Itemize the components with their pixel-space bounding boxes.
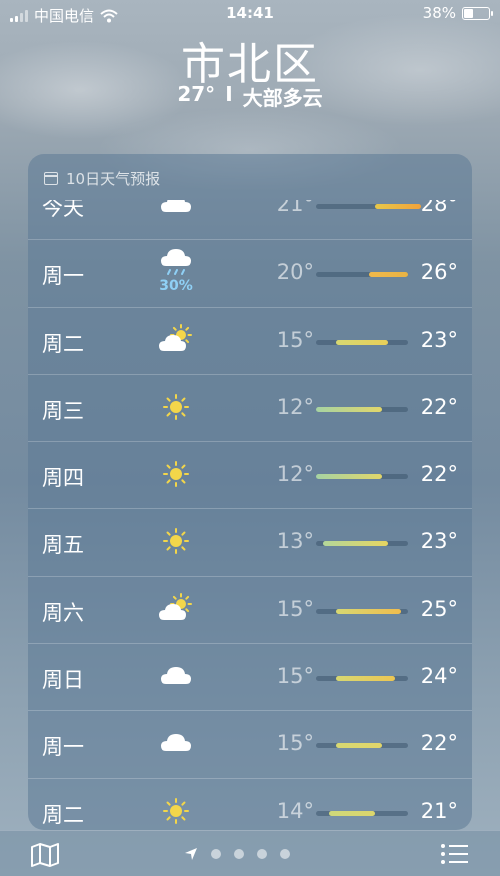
forecast-row[interactable]: 周五 13° 23° bbox=[28, 508, 472, 575]
temperature-range-fill bbox=[335, 676, 395, 682]
page-indicator[interactable] bbox=[184, 847, 290, 861]
high-temperature: 22° bbox=[420, 731, 458, 756]
current-temperature: 27° bbox=[177, 82, 216, 106]
low-temperature: 15° bbox=[276, 596, 314, 621]
low-temperature: 15° bbox=[276, 664, 314, 689]
calendar-icon bbox=[44, 172, 58, 185]
low-temperature: 20° bbox=[276, 260, 314, 285]
card-header: 10日天气预报 bbox=[44, 168, 160, 189]
high-temperature: 22° bbox=[420, 394, 458, 419]
forecast-row[interactable]: 周二 15° 23° bbox=[28, 306, 472, 374]
forecast-row[interactable]: 周二 14° 21° bbox=[28, 777, 472, 830]
sun-icon bbox=[158, 389, 194, 425]
status-bar: 中国电信 14:41 38% bbox=[0, 0, 500, 28]
low-temperature: 12° bbox=[276, 394, 314, 419]
forecast-row[interactable]: 今天 21° 28° bbox=[28, 200, 472, 239]
card-title: 10日天气预报 bbox=[66, 170, 161, 188]
temperature-range-bar bbox=[316, 541, 408, 547]
forecast-day: 周一 bbox=[42, 735, 84, 760]
forecast-day: 周六 bbox=[42, 600, 84, 625]
map-icon[interactable] bbox=[30, 843, 60, 867]
forecast-day: 周五 bbox=[42, 533, 84, 558]
forecast-day: 周四 bbox=[42, 466, 84, 491]
forecast-row[interactable]: 周四 12° 22° bbox=[28, 441, 472, 508]
battery-percent: 38% bbox=[422, 4, 456, 22]
high-temperature: 23° bbox=[420, 327, 458, 352]
page-dot[interactable] bbox=[257, 849, 267, 859]
low-temperature: 14° bbox=[276, 798, 314, 823]
current-summary: 27° I 大部多云 bbox=[0, 82, 500, 111]
low-temperature: 12° bbox=[276, 462, 314, 487]
bottom-toolbar bbox=[0, 830, 500, 876]
sun-icon bbox=[158, 523, 194, 559]
sun-icon bbox=[158, 456, 194, 492]
forecast-row[interactable]: 周一 15° 22° bbox=[28, 710, 472, 777]
location-arrow-icon bbox=[185, 848, 197, 860]
temperature-range-fill bbox=[316, 474, 382, 480]
forecast-day: 周日 bbox=[42, 668, 84, 693]
temperature-range-fill bbox=[335, 743, 382, 749]
low-temperature: 13° bbox=[276, 529, 314, 554]
cloud-icon bbox=[158, 200, 194, 222]
low-temperature: 15° bbox=[276, 327, 314, 352]
forecast-list-inner: 今天 21° 28° 周一 30% 20° 26° 周二 15° 23° 周三 12° 22° 周四 12°… bbox=[28, 200, 472, 830]
page-dot[interactable] bbox=[234, 849, 244, 859]
temperature-range-bar bbox=[316, 810, 408, 816]
temperature-range-bar bbox=[316, 339, 408, 345]
forecast-row[interactable]: 周一 30% 20° 26° bbox=[28, 239, 472, 306]
status-bar-right: 38% bbox=[422, 4, 493, 22]
temperature-range-bar bbox=[316, 272, 408, 278]
temperature-range-fill bbox=[335, 339, 389, 345]
precipitation-chance: 30% bbox=[159, 278, 193, 295]
cloud-icon bbox=[158, 725, 194, 761]
battery-level bbox=[464, 8, 474, 18]
temperature-range-bar bbox=[316, 676, 408, 682]
temperature-range-fill bbox=[368, 272, 408, 278]
page-dots bbox=[211, 849, 290, 859]
page-dot[interactable] bbox=[280, 849, 290, 859]
temperature-range-bar bbox=[316, 608, 408, 614]
cloud-rain-icon bbox=[158, 246, 194, 282]
temperature-range-bar bbox=[316, 743, 408, 749]
temperature-range-bar bbox=[316, 474, 408, 480]
cloud-icon bbox=[158, 658, 194, 694]
page-dot[interactable] bbox=[211, 849, 221, 859]
high-temperature: 25° bbox=[420, 596, 458, 621]
temperature-range-fill bbox=[316, 406, 382, 412]
high-temperature: 22° bbox=[420, 462, 458, 487]
temperature-range-bar bbox=[316, 406, 408, 412]
temperature-range-fill bbox=[335, 608, 402, 614]
high-temperature: 23° bbox=[420, 529, 458, 554]
temperature-range-fill bbox=[329, 810, 376, 816]
low-temperature: 15° bbox=[276, 731, 314, 756]
forecast-day: 周二 bbox=[42, 802, 84, 827]
partly-sunny-icon bbox=[158, 322, 194, 358]
summary-separator: I bbox=[225, 82, 233, 106]
forecast-day: 今天 bbox=[42, 200, 84, 220]
ten-day-forecast-card[interactable]: 10日天气预报 今天 21° 28° 周一 30% 20° 26° 周二 15° 23° 周三 12°… bbox=[28, 154, 472, 830]
temperature-range-bar bbox=[316, 204, 422, 209]
forecast-row[interactable]: 周三 12° 22° bbox=[28, 373, 472, 441]
battery-icon bbox=[462, 6, 493, 20]
list-icon[interactable] bbox=[440, 843, 470, 865]
forecast-day: 周三 bbox=[42, 398, 84, 423]
forecast-list[interactable]: 今天 21° 28° 周一 30% 20° 26° 周二 15° 23° 周三 12° 22° 周四 12°… bbox=[28, 200, 472, 830]
forecast-day: 周一 bbox=[42, 264, 84, 289]
current-condition: 大部多云 bbox=[242, 86, 323, 110]
forecast-row[interactable]: 周日 15° 24° bbox=[28, 643, 472, 710]
high-temperature: 21° bbox=[420, 798, 458, 823]
high-temperature: 28° bbox=[420, 200, 458, 216]
forecast-day: 周二 bbox=[42, 331, 84, 356]
high-temperature: 26° bbox=[420, 260, 458, 285]
low-temperature: 21° bbox=[276, 200, 314, 216]
partly-sunny-icon bbox=[158, 591, 194, 627]
high-temperature: 24° bbox=[420, 664, 458, 689]
temperature-range-fill bbox=[322, 541, 389, 547]
temperature-range-fill bbox=[375, 204, 422, 209]
forecast-row[interactable]: 周六 15° 25° bbox=[28, 575, 472, 643]
sun-icon bbox=[158, 793, 194, 829]
